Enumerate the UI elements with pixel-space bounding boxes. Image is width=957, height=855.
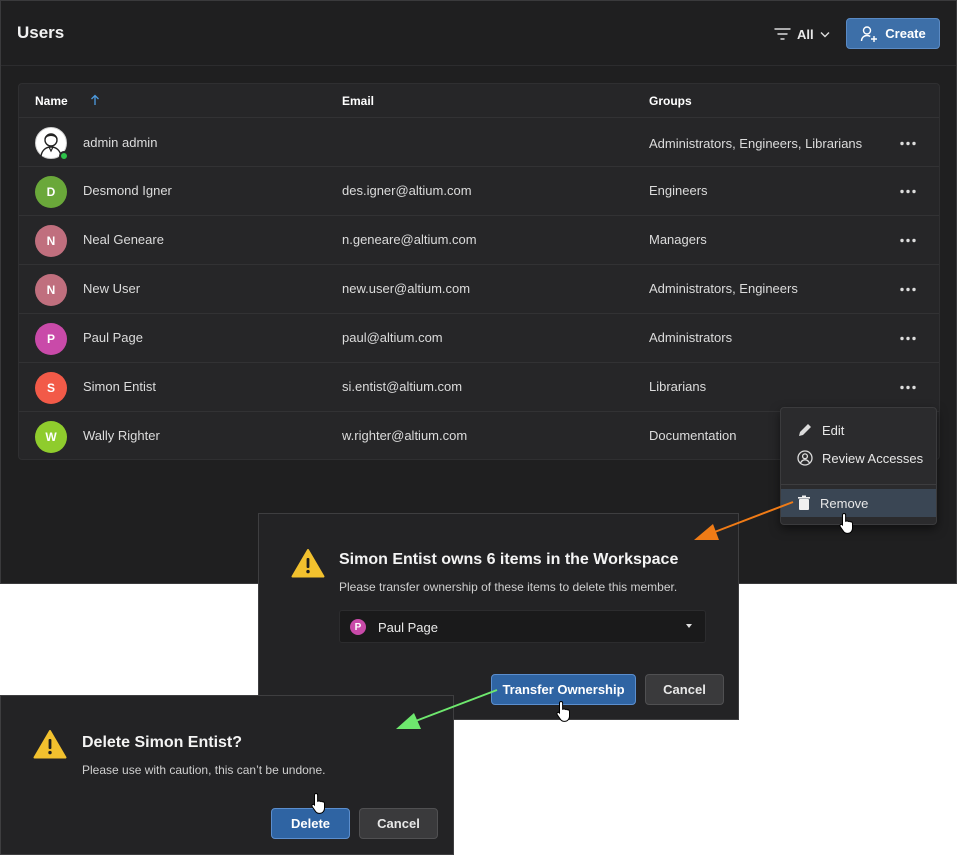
user-circle-icon — [797, 450, 813, 466]
column-groups: Groups — [649, 94, 692, 108]
menu-item-label: Review Accesses — [822, 450, 924, 466]
more-icon[interactable] — [896, 380, 920, 394]
table-row[interactable]: admin admin Administrators, Engineers, L… — [19, 117, 939, 166]
online-status-dot — [59, 151, 69, 161]
more-icon[interactable] — [896, 184, 920, 198]
user-name: Neal Geneare — [83, 232, 164, 247]
table-row[interactable]: N New User new.user@altium.com Administr… — [19, 264, 939, 313]
pencil-icon — [799, 424, 811, 436]
hand-cursor-icon — [556, 700, 570, 722]
dialog-message: Please transfer ownership of these items… — [339, 580, 678, 594]
menu-item-review-accesses[interactable]: Review Accesses — [781, 444, 936, 472]
warning-icon — [291, 549, 325, 578]
create-label: Create — [885, 26, 926, 41]
user-email: paul@altium.com — [342, 330, 443, 345]
column-name[interactable]: Name — [35, 94, 68, 108]
user-email: new.user@altium.com — [342, 281, 471, 296]
more-icon[interactable] — [896, 331, 920, 345]
user-groups: Librarians — [649, 379, 707, 394]
user-name: Paul Page — [83, 330, 143, 345]
table-row[interactable]: P Paul Page paul@altium.com Administrato… — [19, 313, 939, 362]
selected-user-avatar: P — [350, 619, 366, 635]
cancel-button[interactable]: Cancel — [645, 674, 724, 705]
user-name: Wally Righter — [83, 428, 160, 443]
new-owner-select[interactable]: P Paul Page — [339, 610, 706, 643]
transfer-ownership-dialog: Simon Entist owns 6 items in the Workspa… — [258, 513, 739, 720]
menu-item-label: Edit — [822, 422, 845, 438]
user-email: n.geneare@altium.com — [342, 232, 477, 247]
hand-cursor-icon — [839, 512, 853, 534]
filter-dropdown[interactable]: All — [774, 24, 830, 44]
more-icon[interactable] — [896, 282, 920, 296]
delete-user-dialog: Delete Simon Entist? Please use with cau… — [0, 695, 454, 855]
user-groups: Administrators — [649, 330, 733, 345]
column-email: Email — [342, 94, 375, 108]
add-user-icon — [861, 25, 878, 42]
dialog-title: Simon Entist owns 6 items in the Workspa… — [339, 551, 679, 568]
user-groups: Administrators, Engineers — [649, 281, 798, 296]
user-avatar: N — [35, 225, 67, 257]
users-table: Name Email Groups admin admin Administra… — [18, 83, 940, 460]
menu-item-label: Remove — [820, 495, 869, 511]
menu-item-edit[interactable]: Edit — [781, 416, 936, 444]
selected-user-label: Paul Page — [378, 620, 438, 635]
page-header: Users All Create — [1, 1, 956, 66]
sort-ascending-icon[interactable] — [90, 94, 100, 106]
trash-icon — [798, 495, 810, 510]
user-groups: Managers — [649, 232, 707, 247]
user-email: des.igner@altium.com — [342, 183, 472, 198]
users-window: Users All Create Name Email Groups admin… — [0, 0, 957, 584]
create-button[interactable]: Create — [846, 18, 940, 49]
more-icon[interactable] — [896, 233, 920, 247]
user-avatar: D — [35, 176, 67, 208]
hand-cursor-icon — [311, 792, 325, 814]
warning-icon — [33, 730, 67, 759]
user-name: Simon Entist — [83, 379, 156, 394]
user-groups: Administrators, Engineers, Librarians — [649, 136, 863, 151]
caret-down-icon — [686, 624, 692, 628]
table-row[interactable]: N Neal Geneare n.geneare@altium.com Mana… — [19, 215, 939, 264]
user-email: w.righter@altium.com — [342, 428, 468, 443]
page-title: Users — [17, 23, 65, 42]
filter-label: All — [797, 26, 814, 42]
user-avatar: S — [35, 372, 67, 404]
dialog-message: Please use with caution, this can’t be u… — [82, 763, 326, 777]
table-header: Name Email Groups — [19, 84, 939, 117]
user-groups: Engineers — [649, 183, 708, 198]
filter-icon — [774, 28, 791, 40]
chevron-down-icon — [820, 31, 830, 37]
user-email: si.entist@altium.com — [342, 379, 463, 394]
table-row[interactable]: D Desmond Igner des.igner@altium.com Eng… — [19, 166, 939, 215]
admin-avatar-icon — [35, 127, 69, 161]
user-groups: Documentation — [649, 428, 737, 443]
more-icon[interactable] — [896, 136, 920, 150]
menu-divider — [781, 484, 936, 485]
user-avatar: P — [35, 323, 67, 355]
dialog-title: Delete Simon Entist? — [82, 734, 243, 751]
row-context-menu: Edit Review Accesses Remove — [780, 407, 937, 525]
cancel-button[interactable]: Cancel — [359, 808, 438, 839]
user-name: admin admin — [83, 135, 158, 150]
menu-item-remove[interactable]: Remove — [781, 489, 936, 517]
user-avatar: N — [35, 274, 67, 306]
user-avatar: W — [35, 421, 67, 453]
user-name: Desmond Igner — [83, 183, 172, 198]
user-name: New User — [83, 281, 141, 296]
table-row[interactable]: S Simon Entist si.entist@altium.com Libr… — [19, 362, 939, 411]
